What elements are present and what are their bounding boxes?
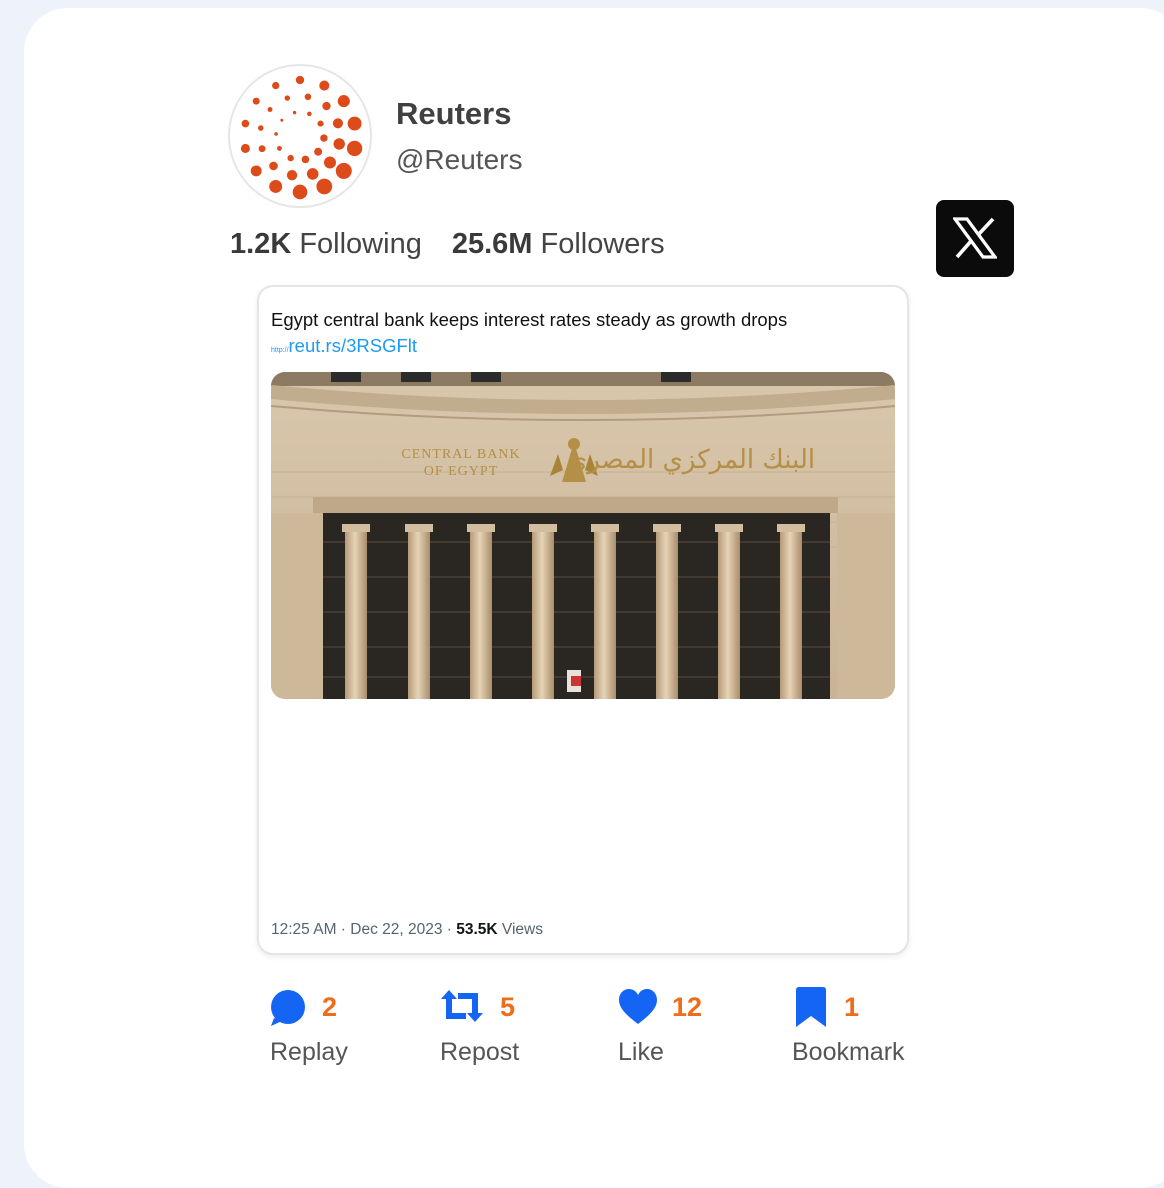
views-count: 53.5K xyxy=(456,921,498,938)
tweet-meta: 12:25 AM · Dec 22, 2023 · 53.5K Views xyxy=(271,921,543,939)
heart-icon[interactable] xyxy=(618,988,658,1028)
signage-arabic: البنك المركزي المصري xyxy=(567,445,815,475)
tweet-timestamp[interactable]: 12:25 AM · Dec 22, 2023 · xyxy=(271,921,456,938)
tweet-photo[interactable]: CENTRAL BANK OF EGYPT البنك المركزي المص… xyxy=(271,372,895,699)
followers-label: Followers xyxy=(540,228,665,260)
like-count: 12 xyxy=(672,992,703,1022)
views-label: Views xyxy=(497,921,543,938)
followers-link[interactable]: 25.6M Followers xyxy=(452,228,665,260)
reply-label[interactable]: Replay xyxy=(270,1038,348,1067)
followers-count: 25.6M xyxy=(451,228,533,260)
profile-handle[interactable]: @Reuters xyxy=(396,144,522,176)
link-protocol: http:// xyxy=(271,347,289,354)
x-logo-icon[interactable] xyxy=(936,200,1014,277)
bookmark-icon[interactable] xyxy=(794,986,828,1028)
reply-count: 2 xyxy=(322,992,338,1022)
repost-count: 5 xyxy=(500,992,516,1022)
repost-icon[interactable] xyxy=(440,986,484,1026)
following-count: 1.2K xyxy=(230,228,292,260)
repost-label[interactable]: Repost xyxy=(440,1038,519,1067)
following-label: Following xyxy=(299,228,422,260)
signage-english-line1: CENTRAL BANK xyxy=(401,447,520,462)
tweet-embed[interactable]: Egypt central bank keeps interest rates … xyxy=(257,285,909,955)
profile-name[interactable]: Reuters xyxy=(396,96,511,132)
tweet-text: Egypt central bank keeps interest rates … xyxy=(271,309,788,330)
bookmark-label[interactable]: Bookmark xyxy=(792,1038,905,1067)
like-label[interactable]: Like xyxy=(618,1038,664,1067)
following-link[interactable]: 1.2K Following xyxy=(230,228,422,260)
bookmark-count: 1 xyxy=(844,992,860,1022)
reuters-logo-icon xyxy=(240,75,363,200)
signage-english-line2: OF EGYPT xyxy=(424,464,499,479)
link-text: reut.rs/3RSGFlt xyxy=(288,335,418,356)
avatar[interactable] xyxy=(228,64,372,208)
follow-stats: 1.2K Following 25.6M Followers xyxy=(230,228,665,261)
comment-icon[interactable] xyxy=(270,986,306,1026)
tweet-link[interactable]: http://reut.rs/3RSGFlt xyxy=(271,335,417,357)
